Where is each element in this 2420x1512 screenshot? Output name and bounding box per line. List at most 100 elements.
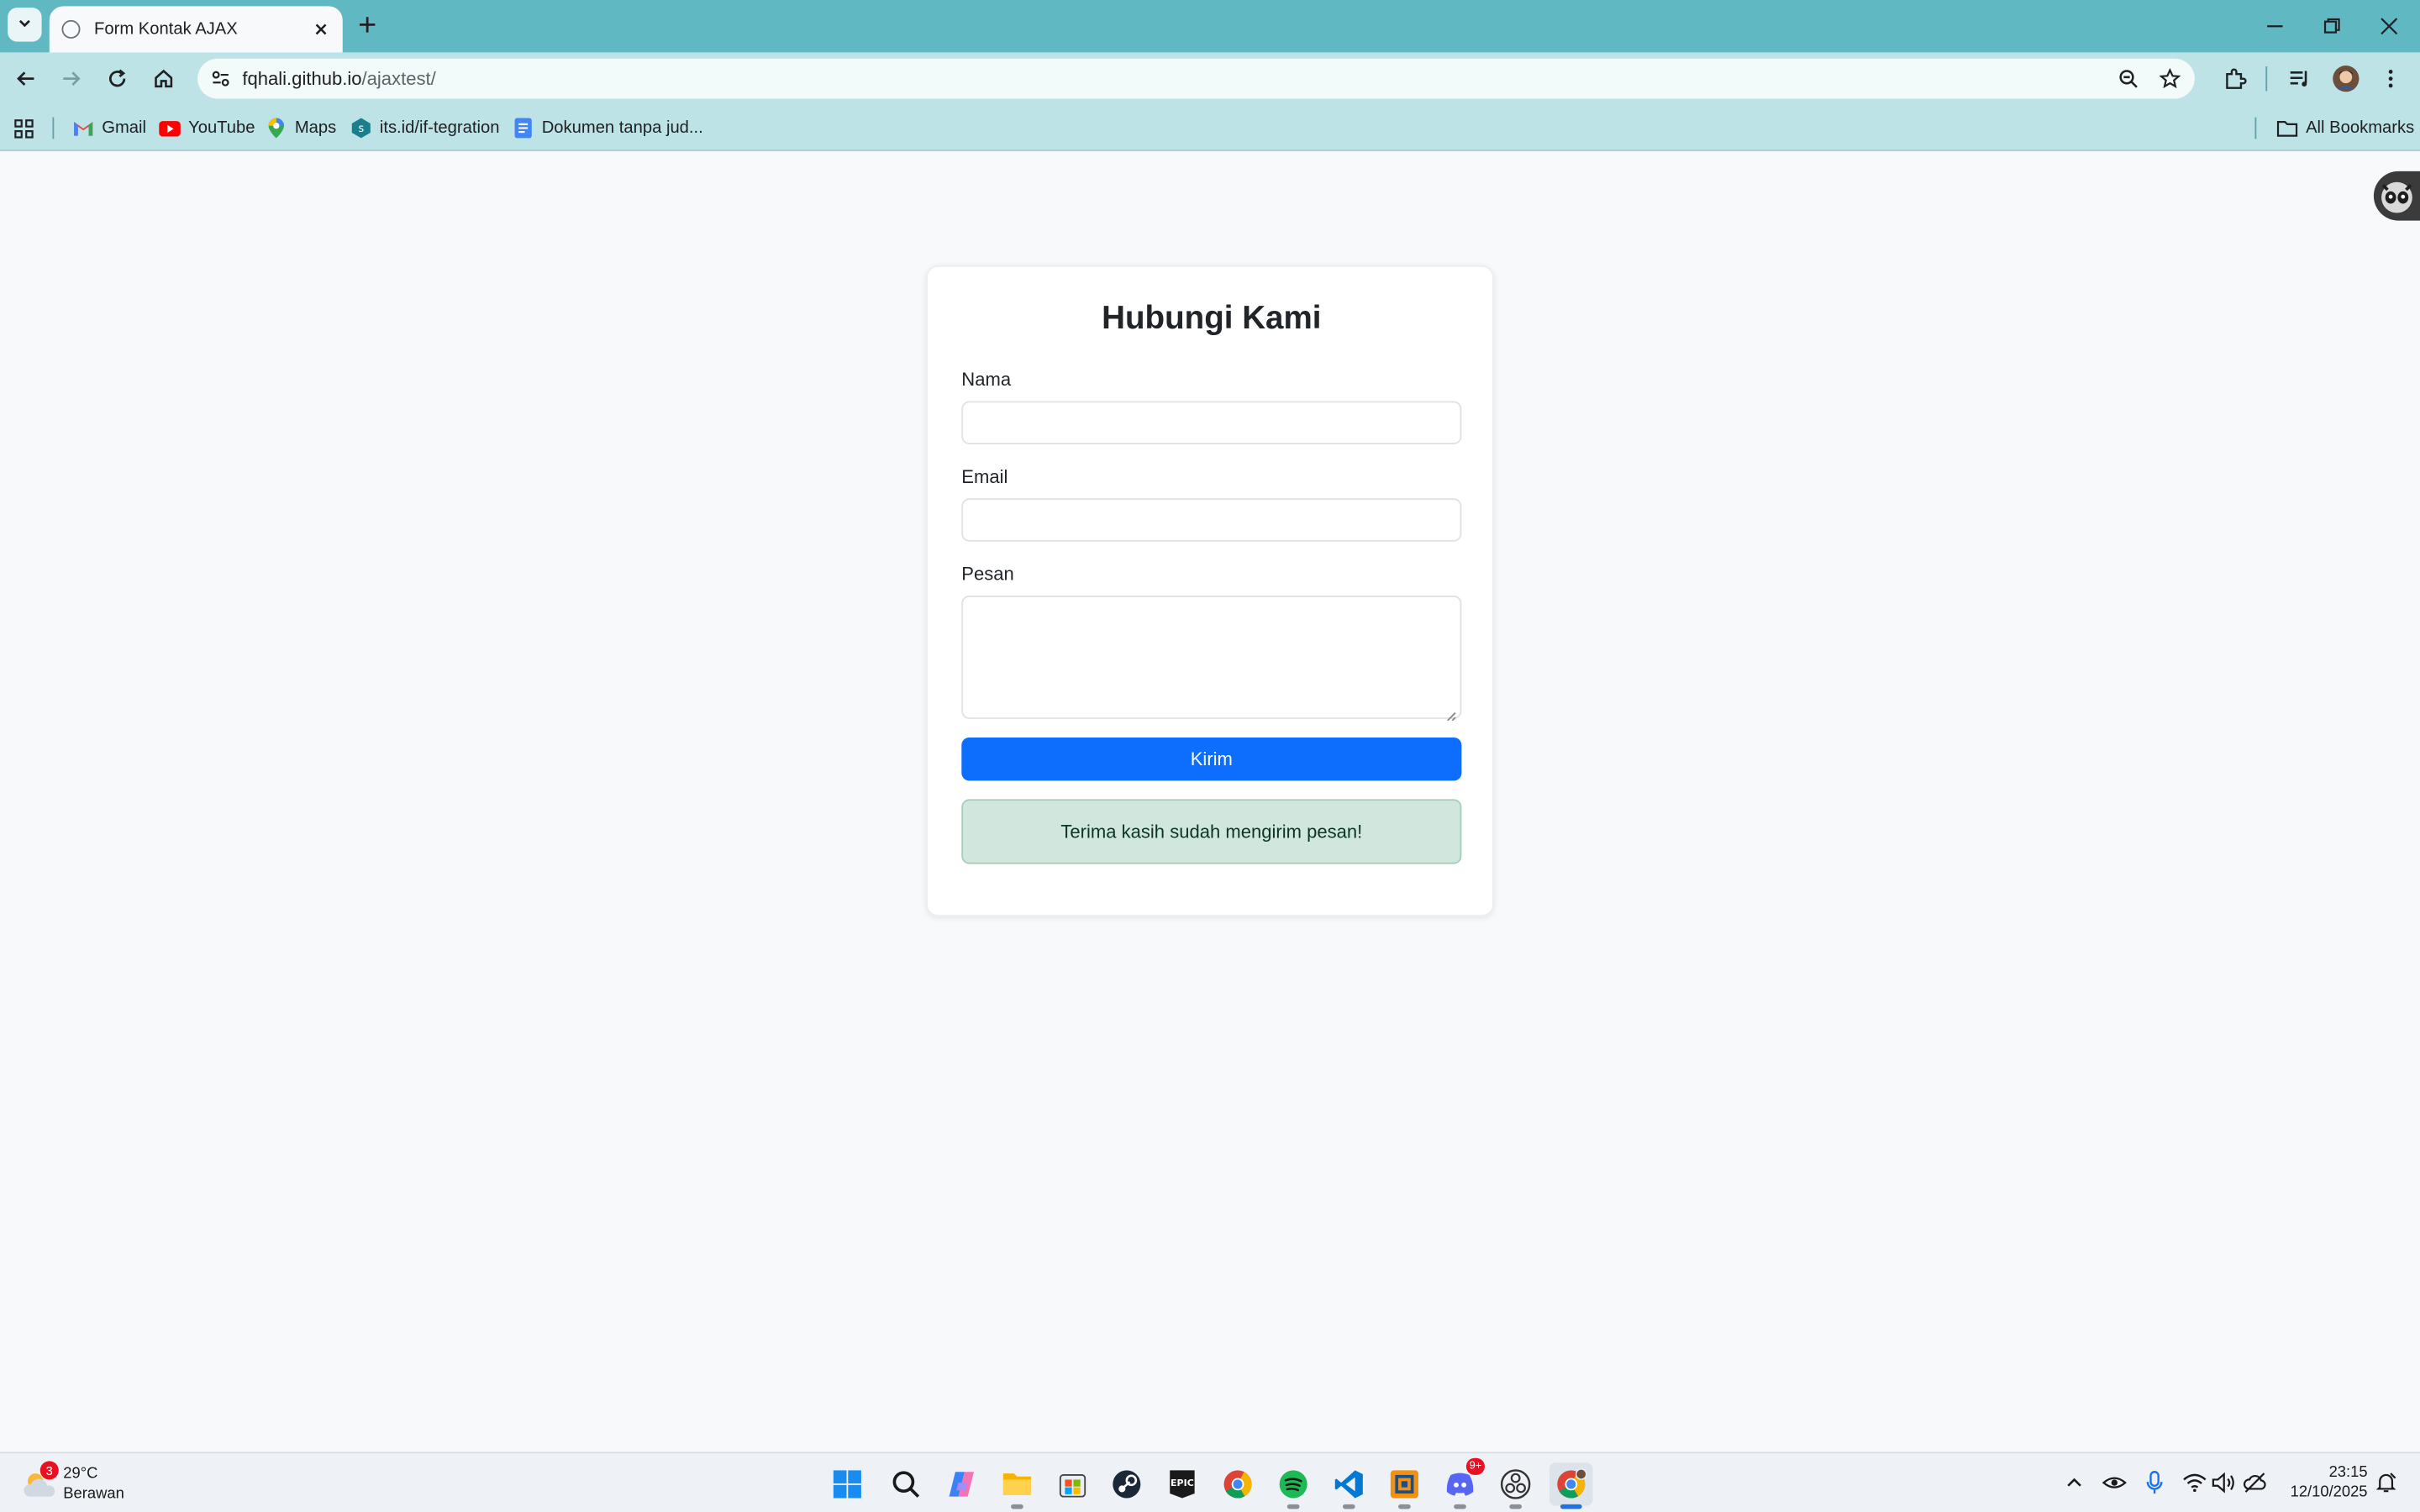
clock-time: 23:15 — [2328, 1464, 2368, 1482]
weather-temp: 29°C — [63, 1465, 98, 1483]
message-textarea[interactable] — [961, 595, 1462, 722]
forward-button[interactable] — [54, 61, 87, 95]
discord-icon — [1446, 1473, 1474, 1496]
obs-icon — [1500, 1469, 1531, 1499]
reload-button[interactable] — [100, 61, 134, 95]
home-button[interactable] — [146, 61, 180, 95]
taskbar-remote-app[interactable] — [1383, 1462, 1426, 1509]
bookmarks-divider — [2254, 117, 2257, 139]
youtube-icon — [159, 118, 181, 139]
extension-floating-button[interactable] — [2373, 171, 2420, 221]
avatar-icon — [2333, 66, 2360, 92]
all-bookmarks-button[interactable]: All Bookmarks — [2276, 114, 2414, 142]
taskbar-discord[interactable]: 9+ — [1439, 1457, 1485, 1509]
apps-button[interactable] — [13, 114, 42, 142]
epic-games-icon: EPIC — [1170, 1470, 1195, 1499]
remote-desktop-icon — [1390, 1470, 1418, 1499]
taskbar-copilot[interactable] — [940, 1462, 983, 1505]
speaker-icon — [2212, 1472, 2234, 1494]
browser-toolbar: fqhali.github.io/ajaxtest/ — [0, 52, 2420, 105]
address-bar[interactable]: fqhali.github.io/ajaxtest/ — [197, 58, 2195, 99]
tray-battery-sync[interactable] — [2239, 1467, 2270, 1499]
running-indicator — [1454, 1504, 1466, 1509]
eye-app-icon — [2102, 1477, 2127, 1488]
running-indicator — [1286, 1504, 1300, 1509]
tab-search-button[interactable] — [8, 8, 42, 42]
media-controls-button[interactable] — [2283, 61, 2317, 95]
taskbar-obs[interactable] — [1494, 1462, 1537, 1509]
spotify-icon — [1279, 1470, 1307, 1499]
menu-button[interactable] — [2374, 61, 2407, 95]
extensions-button[interactable] — [2217, 61, 2251, 95]
taskbar-vscode[interactable] — [1328, 1462, 1370, 1509]
microphone-icon — [2146, 1471, 2163, 1494]
browser-tab-active[interactable]: Form Kontak AJAX — [49, 6, 343, 53]
taskbar-epic-games[interactable]: EPIC — [1160, 1462, 1203, 1505]
running-indicator — [1509, 1504, 1523, 1509]
email-label: Email — [961, 465, 1008, 488]
page-content: Hubungi Kami Nama Email Pesan Kirim Teri… — [0, 152, 2420, 1452]
bookmark-docs[interactable]: Dokumen tanpa jud... — [513, 114, 703, 142]
minimize-button[interactable] — [2258, 9, 2291, 43]
wifi-icon — [2183, 1473, 2207, 1493]
start-button[interactable] — [826, 1462, 869, 1505]
taskbar-search-button[interactable] — [884, 1462, 927, 1505]
taskbar-chrome-profile[interactable] — [1549, 1462, 1593, 1509]
windows-logo-icon — [833, 1470, 861, 1499]
close-icon — [2381, 18, 2398, 35]
search-icon — [892, 1471, 920, 1498]
success-alert: Terima kasih sudah mengirim pesan! — [961, 799, 1462, 864]
taskbar-file-explorer[interactable] — [996, 1462, 1039, 1509]
tray-wifi[interactable] — [2179, 1467, 2210, 1499]
chrome-icon — [1223, 1470, 1252, 1499]
clock-date: 12/10/2025 — [2290, 1483, 2368, 1502]
bookmark-label: YouTube — [188, 118, 255, 138]
bookmark-youtube[interactable]: YouTube — [159, 114, 255, 142]
resize-handle-icon[interactable] — [1444, 702, 1457, 722]
tab-title: Form Kontak AJAX — [94, 19, 238, 39]
bookmark-gmail[interactable]: Gmail — [72, 114, 146, 142]
tray-volume[interactable] — [2208, 1467, 2239, 1499]
svg-text:EPIC: EPIC — [1171, 1478, 1194, 1488]
chevron-down-icon — [17, 11, 32, 39]
email-input[interactable] — [961, 498, 1462, 542]
its-logo-icon: s — [350, 118, 372, 139]
submit-button[interactable]: Kirim — [961, 737, 1462, 781]
close-window-button[interactable] — [2372, 9, 2406, 43]
tray-app[interactable] — [2099, 1467, 2130, 1499]
arrow-right-icon — [63, 71, 81, 86]
url-path: /ajaxtest/ — [361, 67, 436, 90]
taskbar-spotify[interactable] — [1271, 1462, 1314, 1509]
notification-center-button[interactable] — [2370, 1467, 2402, 1499]
system-clock[interactable]: 23:15 12/10/2025 — [2281, 1462, 2368, 1503]
running-indicator — [1398, 1504, 1411, 1509]
weather-widget[interactable]: 3 29°C Berawan — [18, 1461, 157, 1507]
taskbar-chrome[interactable] — [1216, 1462, 1259, 1505]
taskbar-steam[interactable] — [1105, 1462, 1148, 1505]
bookmark-label: Dokumen tanpa jud... — [541, 118, 703, 138]
svg-text:s: s — [358, 123, 364, 135]
bookmark-star-icon[interactable] — [2156, 65, 2184, 92]
site-info-icon[interactable] — [207, 65, 234, 92]
arrow-left-icon — [17, 71, 34, 86]
zoom-icon[interactable] — [2114, 65, 2142, 92]
taskbar-store[interactable] — [1051, 1462, 1094, 1505]
new-tab-button[interactable] — [352, 9, 383, 40]
show-hidden-icons-button[interactable] — [2059, 1467, 2090, 1499]
raccoon-mascot-icon — [2381, 181, 2412, 213]
contact-form-card: Hubungi Kami Nama Email Pesan Kirim Teri… — [926, 265, 1494, 917]
bookmark-maps[interactable]: Maps — [266, 114, 336, 142]
restore-button[interactable] — [2315, 9, 2349, 43]
bookmark-its-id[interactable]: s its.id/if-tegration — [350, 114, 499, 142]
tray-microphone[interactable] — [2139, 1467, 2170, 1499]
back-button[interactable] — [9, 61, 43, 95]
profile-button[interactable] — [2329, 61, 2363, 95]
active-indicator — [1560, 1504, 1582, 1509]
tab-close-button[interactable] — [312, 20, 330, 39]
name-input[interactable] — [961, 401, 1462, 444]
kebab-menu-icon — [2388, 70, 2393, 88]
cloud-sync-icon — [2243, 1473, 2266, 1493]
running-indicator — [1011, 1504, 1023, 1509]
windows-taskbar: 3 29°C Berawan EPIC 9+ 23:15 12/10/2025 — [0, 1452, 2420, 1512]
screen: Form Kontak AJAX fqhali.github.io/ajaxte… — [0, 0, 2420, 1512]
